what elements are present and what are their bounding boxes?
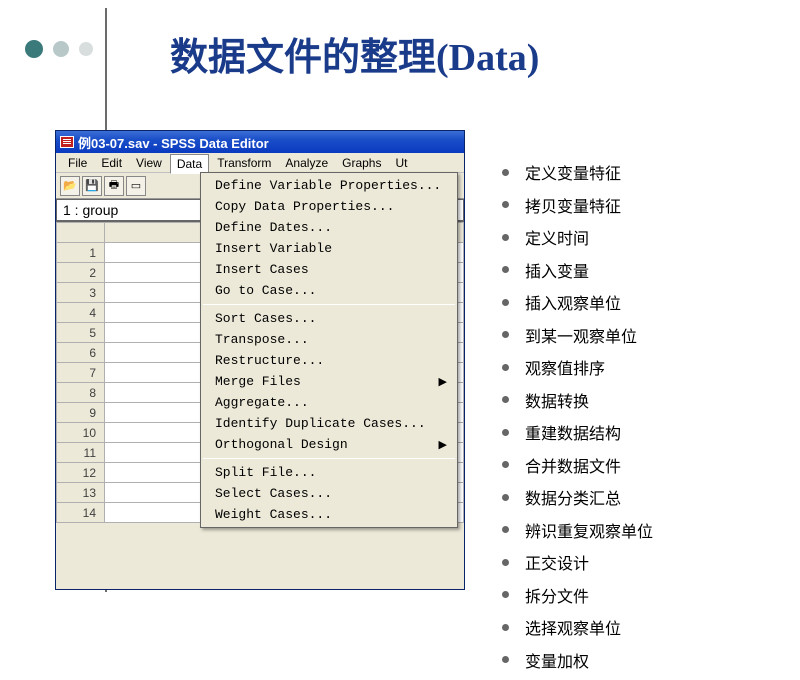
menu-file[interactable]: File xyxy=(62,154,93,172)
row-header[interactable]: 12 xyxy=(57,463,105,483)
menu-separator xyxy=(203,304,455,305)
bullet-item: 数据分类汇总 xyxy=(502,485,653,509)
grid-corner[interactable] xyxy=(57,223,105,243)
print-icon[interactable]: 🖶 xyxy=(104,176,124,196)
menuitem-label: Merge Files xyxy=(215,374,301,389)
row-header[interactable]: 7 xyxy=(57,363,105,383)
menu-edit[interactable]: Edit xyxy=(95,154,128,172)
menuitem-define-dates[interactable]: Define Dates... xyxy=(201,217,457,238)
row-header[interactable]: 9 xyxy=(57,403,105,423)
menuitem-label: Sort Cases... xyxy=(215,311,316,326)
save-icon[interactable]: 💾 xyxy=(82,176,102,196)
menuitem-label: Define Dates... xyxy=(215,220,332,235)
row-header[interactable]: 3 xyxy=(57,283,105,303)
menuitem-label: Orthogonal Design xyxy=(215,437,348,452)
menuitem-label: Insert Variable xyxy=(215,241,332,256)
bullet-item: 正交设计 xyxy=(502,550,653,574)
menuitem-label: Define Variable Properties... xyxy=(215,178,441,193)
menuitem-split-file[interactable]: Split File... xyxy=(201,462,457,483)
data-menu-dropdown[interactable]: Define Variable Properties... Copy Data P… xyxy=(200,172,458,528)
bullet-item: 变量加权 xyxy=(502,648,653,672)
bullet-item: 插入变量 xyxy=(502,258,653,282)
bullet-item: 观察值排序 xyxy=(502,355,653,379)
menuitem-label: Transpose... xyxy=(215,332,309,347)
row-header[interactable]: 13 xyxy=(57,483,105,503)
menuitem-select-cases[interactable]: Select Cases... xyxy=(201,483,457,504)
menuitem-weight-cases[interactable]: Weight Cases... xyxy=(201,504,457,525)
decorative-dots xyxy=(25,40,93,58)
menuitem-insert-variable[interactable]: Insert Variable xyxy=(201,238,457,259)
menuitem-label: Select Cases... xyxy=(215,486,332,501)
bullet-item: 插入观察单位 xyxy=(502,290,653,314)
bullet-item: 合并数据文件 xyxy=(502,453,653,477)
menuitem-identify-duplicate-cases[interactable]: Identify Duplicate Cases... xyxy=(201,413,457,434)
row-header[interactable]: 8 xyxy=(57,383,105,403)
menuitem-label: Split File... xyxy=(215,465,316,480)
menuitem-merge-files[interactable]: Merge Files ▶ xyxy=(201,371,457,392)
row-header[interactable]: 10 xyxy=(57,423,105,443)
bullet-item: 定义时间 xyxy=(502,225,653,249)
menuitem-label: Insert Cases xyxy=(215,262,309,277)
row-header[interactable]: 1 xyxy=(57,243,105,263)
menuitem-go-to-case[interactable]: Go to Case... xyxy=(201,280,457,301)
row-header[interactable]: 2 xyxy=(57,263,105,283)
bullet-item: 数据转换 xyxy=(502,388,653,412)
menuitem-label: Copy Data Properties... xyxy=(215,199,394,214)
menubar[interactable]: FileEditViewDataTransformAnalyzeGraphsUt xyxy=(56,153,464,173)
submenu-arrow-icon: ▶ xyxy=(439,438,447,452)
app-icon xyxy=(60,136,74,148)
bullet-item: 拆分文件 xyxy=(502,583,653,607)
bullet-item: 选择观察单位 xyxy=(502,615,653,639)
slide-title: 数据文件的整理(Data) xyxy=(170,26,539,81)
menuitem-label: Aggregate... xyxy=(215,395,309,410)
dialog-icon[interactable]: ▭ xyxy=(126,176,146,196)
menuitem-insert-cases[interactable]: Insert Cases xyxy=(201,259,457,280)
open-icon[interactable]: 📂 xyxy=(60,176,80,196)
titlebar[interactable]: 例03-07.sav - SPSS Data Editor xyxy=(56,131,464,153)
row-header[interactable]: 14 xyxy=(57,503,105,523)
bullet-item: 辨识重复观察单位 xyxy=(502,518,653,542)
bullet-list: 定义变量特征拷贝变量特征定义时间插入变量插入观察单位到某一观察单位观察值排序数据… xyxy=(502,160,653,680)
menuitem-define-variable-properties[interactable]: Define Variable Properties... xyxy=(201,175,457,196)
menu-data[interactable]: Data xyxy=(170,154,209,174)
row-header[interactable]: 4 xyxy=(57,303,105,323)
menuitem-restructure[interactable]: Restructure... xyxy=(201,350,457,371)
menu-analyze[interactable]: Analyze xyxy=(279,154,334,172)
menuitem-aggregate[interactable]: Aggregate... xyxy=(201,392,457,413)
menu-view[interactable]: View xyxy=(130,154,168,172)
menu-ut[interactable]: Ut xyxy=(389,154,413,172)
bullet-item: 拷贝变量特征 xyxy=(502,193,653,217)
menu-graphs[interactable]: Graphs xyxy=(336,154,387,172)
menuitem-label: Identify Duplicate Cases... xyxy=(215,416,426,431)
window-title: 例03-07.sav - SPSS Data Editor xyxy=(78,133,269,152)
bullet-item: 重建数据结构 xyxy=(502,420,653,444)
bullet-item: 到某一观察单位 xyxy=(502,323,653,347)
menuitem-copy-data-properties[interactable]: Copy Data Properties... xyxy=(201,196,457,217)
bullet-item: 定义变量特征 xyxy=(502,160,653,184)
menuitem-label: Weight Cases... xyxy=(215,507,332,522)
menu-transform[interactable]: Transform xyxy=(211,154,277,172)
menuitem-label: Go to Case... xyxy=(215,283,316,298)
menuitem-label: Restructure... xyxy=(215,353,324,368)
menu-separator xyxy=(203,458,455,459)
row-header[interactable]: 6 xyxy=(57,343,105,363)
menuitem-sort-cases[interactable]: Sort Cases... xyxy=(201,308,457,329)
menuitem-orthogonal-design[interactable]: Orthogonal Design ▶ xyxy=(201,434,457,455)
row-header[interactable]: 5 xyxy=(57,323,105,343)
menuitem-transpose[interactable]: Transpose... xyxy=(201,329,457,350)
row-header[interactable]: 11 xyxy=(57,443,105,463)
submenu-arrow-icon: ▶ xyxy=(439,375,447,389)
